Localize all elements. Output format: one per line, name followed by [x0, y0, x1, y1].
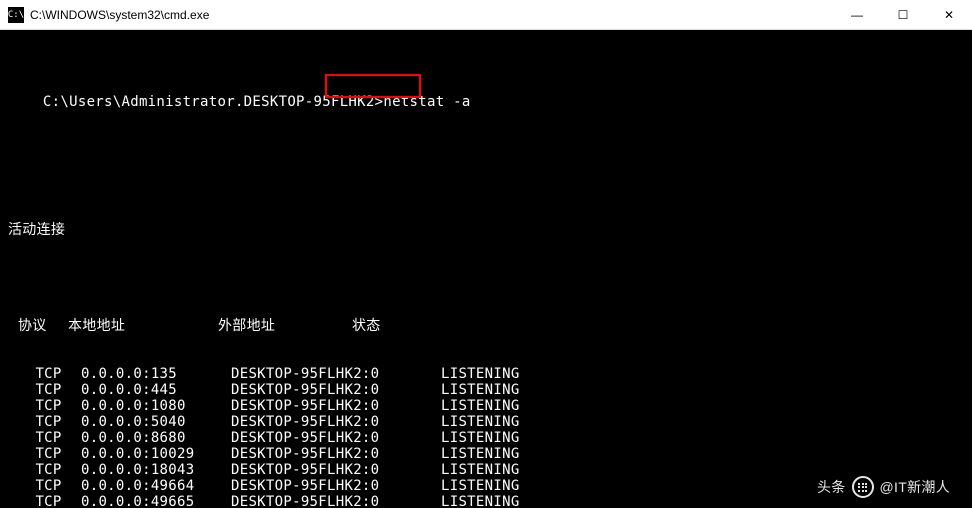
cell-local: 0.0.0.0:135: [46, 366, 231, 382]
prompt-text: C:\Users\Administrator.DESKTOP-95FLHK2>: [43, 94, 383, 110]
console-area[interactable]: C:\Users\Administrator.DESKTOP-95FLHK2>n…: [0, 30, 972, 508]
hdr-foreign: 外部地址: [218, 318, 352, 334]
cell-foreign: DESKTOP-95FLHK2:0: [231, 366, 441, 382]
cell-foreign: DESKTOP-95FLHK2:0: [231, 398, 441, 414]
cell-proto: TCP: [8, 494, 46, 508]
table-row: TCP0.0.0.0:8680DESKTOP-95FLHK2:0LISTENIN…: [8, 430, 964, 446]
cell-local: 0.0.0.0:49665: [46, 494, 231, 508]
minimize-button[interactable]: —: [834, 0, 880, 30]
maximize-button[interactable]: ☐: [880, 0, 926, 30]
cell-foreign: DESKTOP-95FLHK2:0: [231, 430, 441, 446]
hdr-proto: 协议: [8, 318, 68, 334]
cell-state: LISTENING: [441, 414, 964, 430]
watermark-site: 头条: [817, 479, 846, 495]
cell-proto: TCP: [8, 462, 46, 478]
table-row: TCP0.0.0.0:445DESKTOP-95FLHK2:0LISTENING: [8, 382, 964, 398]
cell-proto: TCP: [8, 446, 46, 462]
window-titlebar: C:\ C:\WINDOWS\system32\cmd.exe — ☐ ✕: [0, 0, 972, 30]
hdr-local: 本地地址: [68, 318, 218, 334]
cell-proto: TCP: [8, 382, 46, 398]
cell-local: 0.0.0.0:18043: [46, 462, 231, 478]
cell-local: 0.0.0.0:445: [46, 382, 231, 398]
cell-local: 0.0.0.0:1080: [46, 398, 231, 414]
window-controls: — ☐ ✕: [834, 0, 972, 30]
cell-state: LISTENING: [441, 382, 964, 398]
cell-proto: TCP: [8, 366, 46, 382]
cell-local: 0.0.0.0:10029: [46, 446, 231, 462]
table-header: 协议 本地地址 外部地址 状态: [8, 318, 964, 334]
cell-proto: TCP: [8, 398, 46, 414]
section-title: 活动连接: [8, 222, 964, 238]
cell-foreign: DESKTOP-95FLHK2:0: [231, 462, 441, 478]
watermark-logo-icon: [852, 476, 874, 498]
hdr-state: 状态: [352, 318, 964, 334]
cell-local: 0.0.0.0:5040: [46, 414, 231, 430]
cell-foreign: DESKTOP-95FLHK2:0: [231, 478, 441, 494]
command-text: netstat -a: [383, 94, 470, 110]
window-title: C:\WINDOWS\system32\cmd.exe: [30, 8, 209, 22]
watermark: 头条 @IT新潮人: [817, 476, 950, 498]
cell-state: LISTENING: [441, 430, 964, 446]
cell-state: LISTENING: [441, 446, 964, 462]
prompt-line: C:\Users\Administrator.DESKTOP-95FLHK2>n…: [8, 78, 964, 142]
cell-state: LISTENING: [441, 398, 964, 414]
cell-proto: TCP: [8, 478, 46, 494]
cell-local: 0.0.0.0:8680: [46, 430, 231, 446]
cell-local: 0.0.0.0:49664: [46, 478, 231, 494]
cell-foreign: DESKTOP-95FLHK2:0: [231, 494, 441, 508]
cmd-icon: C:\: [8, 7, 24, 23]
cell-foreign: DESKTOP-95FLHK2:0: [231, 414, 441, 430]
cell-proto: TCP: [8, 414, 46, 430]
cell-proto: TCP: [8, 430, 46, 446]
close-button[interactable]: ✕: [926, 0, 972, 30]
watermark-author: @IT新潮人: [880, 479, 950, 495]
cell-state: LISTENING: [441, 366, 964, 382]
table-row: TCP0.0.0.0:1080DESKTOP-95FLHK2:0LISTENIN…: [8, 398, 964, 414]
cell-foreign: DESKTOP-95FLHK2:0: [231, 446, 441, 462]
table-row: TCP0.0.0.0:10029DESKTOP-95FLHK2:0LISTENI…: [8, 446, 964, 462]
title-left: C:\ C:\WINDOWS\system32\cmd.exe: [0, 7, 209, 23]
table-row: TCP0.0.0.0:5040DESKTOP-95FLHK2:0LISTENIN…: [8, 414, 964, 430]
table-row: TCP0.0.0.0:135DESKTOP-95FLHK2:0LISTENING: [8, 366, 964, 382]
cell-foreign: DESKTOP-95FLHK2:0: [231, 382, 441, 398]
